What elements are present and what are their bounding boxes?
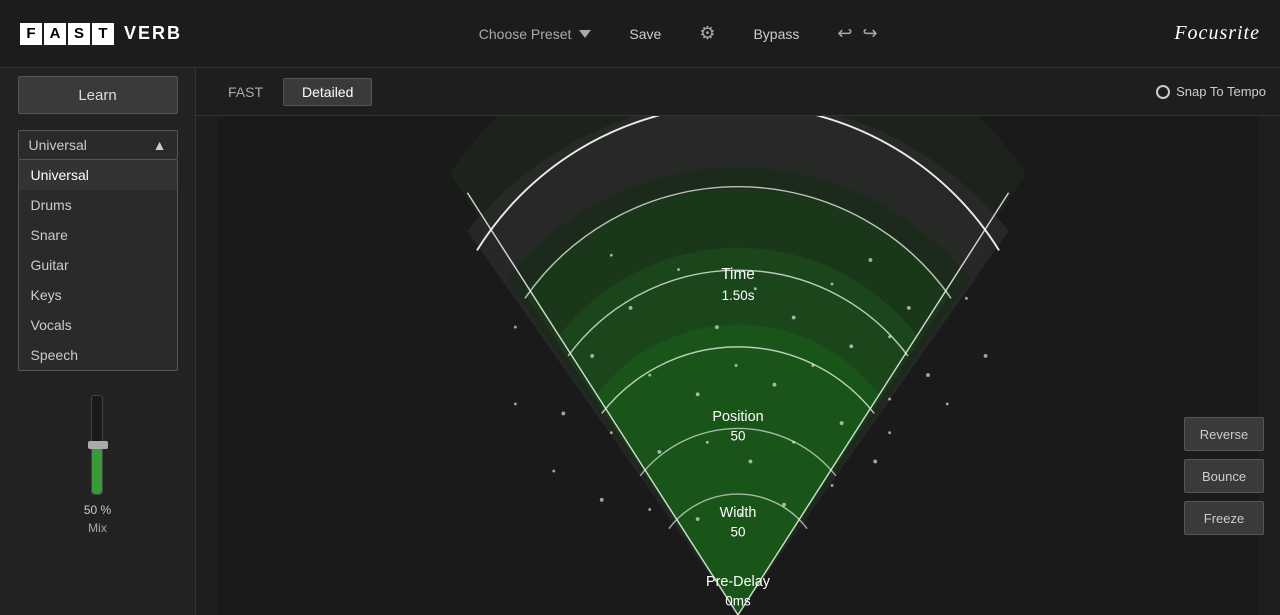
- redo-icon[interactable]: ↪: [862, 23, 877, 44]
- logo-t: T: [92, 23, 114, 45]
- bypass-button[interactable]: Bypass: [745, 22, 807, 46]
- dropdown-item-speech[interactable]: Speech: [19, 340, 177, 370]
- chevron-down-icon: [579, 30, 591, 38]
- svg-text:Time: Time: [721, 266, 755, 283]
- svg-text:Pre-Delay: Pre-Delay: [706, 574, 771, 590]
- tab-bar: FAST Detailed Snap To Tempo: [196, 68, 1280, 116]
- tab-fast[interactable]: FAST: [210, 79, 281, 105]
- dropdown-arrow-icon: ▲: [153, 137, 167, 153]
- svg-text:Position: Position: [712, 409, 763, 425]
- dropdown-item-guitar[interactable]: Guitar: [19, 250, 177, 280]
- logo-verb: VERB: [124, 23, 182, 44]
- svg-text:50: 50: [731, 428, 746, 443]
- svg-text:0ms: 0ms: [725, 593, 751, 608]
- mix-value: 50 %: [84, 503, 111, 517]
- right-buttons: Reverse Bounce Freeze: [1184, 417, 1264, 535]
- mix-area: 50 % Mix: [84, 395, 111, 535]
- snap-to-tempo[interactable]: Snap To Tempo: [1156, 84, 1266, 99]
- snap-circle-icon: [1156, 85, 1170, 99]
- content: FAST Detailed Snap To Tempo: [196, 68, 1280, 615]
- dropdown-list: Universal Drums Snare Guitar Keys Vocals…: [18, 160, 178, 371]
- dropdown-container: Universal ▲ Universal Drums Snare Guitar…: [18, 130, 178, 371]
- dropdown-selected: Universal: [29, 137, 87, 153]
- save-button[interactable]: Save: [621, 22, 669, 46]
- logo-box: F A S T: [20, 23, 114, 45]
- preset-label: Choose Preset: [479, 26, 572, 42]
- logo-s: S: [68, 23, 90, 45]
- header-center: Choose Preset Save ⚙ Bypass ↩ ↪: [182, 22, 1174, 46]
- dropdown-item-snare[interactable]: Snare: [19, 220, 177, 250]
- mix-slider-thumb[interactable]: [88, 441, 108, 449]
- learn-button[interactable]: Learn: [18, 76, 178, 114]
- mix-label: Mix: [88, 521, 107, 535]
- header: F A S T VERB Choose Preset Save ⚙ Bypass…: [0, 0, 1280, 68]
- svg-text:50: 50: [731, 524, 746, 539]
- focusrite-logo: Focusrite: [1174, 22, 1260, 45]
- logo-container: F A S T VERB: [20, 23, 182, 45]
- dropdown-item-universal[interactable]: Universal: [19, 160, 177, 190]
- main: Learn Universal ▲ Universal Drums Snare …: [0, 68, 1280, 615]
- logo-f: F: [20, 23, 42, 45]
- sidebar: Learn Universal ▲ Universal Drums Snare …: [0, 68, 196, 615]
- bounce-button[interactable]: Bounce: [1184, 459, 1264, 493]
- visualizer: Time 1.50s Position 50 Width 50 Pre-Dela…: [196, 116, 1280, 615]
- snap-to-tempo-label: Snap To Tempo: [1176, 84, 1266, 99]
- dropdown-item-drums[interactable]: Drums: [19, 190, 177, 220]
- reverse-button[interactable]: Reverse: [1184, 417, 1264, 451]
- logo-a: A: [44, 23, 66, 45]
- dropdown-item-vocals[interactable]: Vocals: [19, 310, 177, 340]
- svg-text:Width: Width: [720, 505, 757, 521]
- preset-selector[interactable]: Choose Preset: [479, 26, 592, 42]
- svg-text:1.50s: 1.50s: [722, 288, 755, 303]
- undo-redo: ↩ ↪: [837, 23, 877, 44]
- dropdown-header[interactable]: Universal ▲: [18, 130, 178, 160]
- freeze-button[interactable]: Freeze: [1184, 501, 1264, 535]
- mix-slider-track[interactable]: [91, 395, 103, 495]
- dropdown-item-keys[interactable]: Keys: [19, 280, 177, 310]
- viz-svg: Time 1.50s Position 50 Width 50 Pre-Dela…: [196, 116, 1280, 615]
- mix-slider-fill: [92, 445, 102, 494]
- gear-icon[interactable]: ⚙: [699, 23, 715, 44]
- undo-icon[interactable]: ↩: [837, 23, 852, 44]
- tab-detailed[interactable]: Detailed: [283, 78, 372, 106]
- header-right: Focusrite: [1174, 22, 1260, 45]
